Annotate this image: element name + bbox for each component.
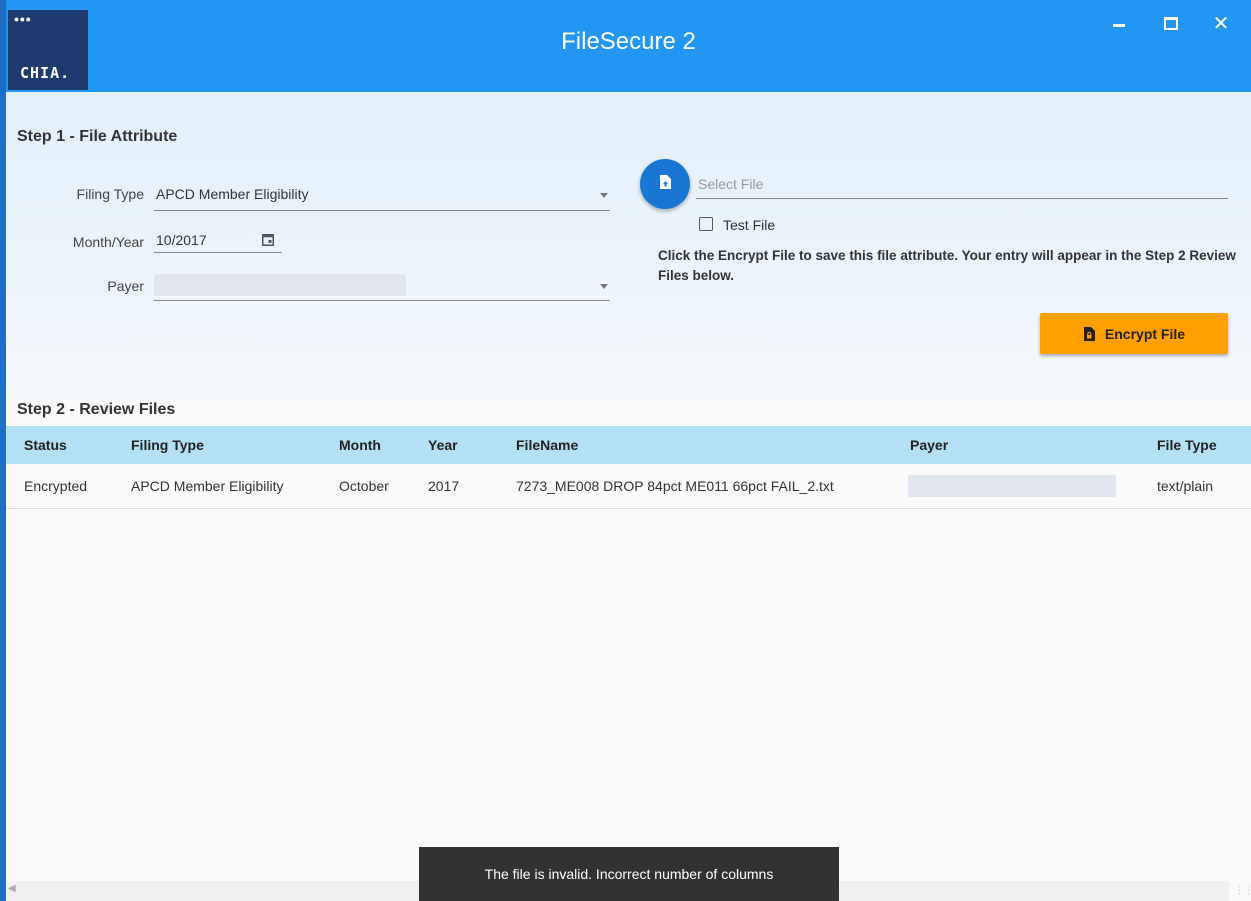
close-button[interactable]: ✕ xyxy=(1201,8,1241,38)
file-upload-icon xyxy=(659,174,671,194)
encrypt-hint-text: Click the Encrypt File to save this file… xyxy=(658,248,1236,283)
column-header-year[interactable]: Year xyxy=(428,437,458,453)
minimize-button[interactable] xyxy=(1099,8,1139,38)
step1-title: Step 1 - File Attribute xyxy=(17,128,178,145)
snackbar-message: The file is invalid. Incorrect number of… xyxy=(484,866,774,882)
payer-dropdown-icon xyxy=(600,284,608,289)
month-year-label: Month/Year xyxy=(72,234,144,250)
cell-year: 2017 xyxy=(428,478,460,494)
payer-select[interactable] xyxy=(150,270,610,302)
cell-file-type: text/plain xyxy=(1157,478,1214,494)
select-file-button[interactable] xyxy=(640,159,690,209)
column-header-filing-type[interactable]: Filing Type xyxy=(131,437,204,453)
minimize-icon xyxy=(1113,23,1125,27)
cell-status: Encrypted xyxy=(24,478,88,494)
encrypted-file-icon xyxy=(1083,326,1095,341)
column-header-file-type[interactable]: File Type xyxy=(1157,437,1217,453)
app-title: FileSecure 2 xyxy=(561,28,696,55)
test-file-label: Test File xyxy=(723,217,776,233)
error-snackbar: The file is invalid. Incorrect number of… xyxy=(419,847,839,901)
month-year-value: 10/2017 xyxy=(156,232,207,248)
cell-filename: 7273_ME008 DROP 84pct ME011 66pct FAIL_2… xyxy=(516,478,834,494)
step1-panel: Step 1 - File Attribute Filing Type APCD… xyxy=(6,92,1251,400)
filing-type-underline xyxy=(154,210,610,211)
cell-filing-type: APCD Member Eligibility xyxy=(131,478,284,494)
encrypt-file-label: Encrypt File xyxy=(1104,325,1186,342)
payer-underline xyxy=(154,300,610,301)
payer-value-redacted xyxy=(154,274,406,296)
table-row[interactable]: Encrypted APCD Member Eligibility Octobe… xyxy=(6,464,1251,509)
select-file-input[interactable] xyxy=(696,170,1228,199)
test-file-checkbox[interactable] xyxy=(699,217,713,231)
maximize-icon xyxy=(1164,16,1178,30)
column-header-filename[interactable]: FileName xyxy=(516,437,578,453)
filing-type-select[interactable]: APCD Member Eligibility xyxy=(154,178,610,212)
app-window: ••• CHIA. FileSecure 2 ✕ Step 1 - File A… xyxy=(6,0,1251,901)
calendar-icon xyxy=(262,233,274,251)
logo-text: CHIA. xyxy=(20,64,71,82)
maximize-button[interactable] xyxy=(1151,8,1191,38)
cell-month: October xyxy=(339,478,389,494)
close-icon: ✕ xyxy=(1212,12,1230,35)
column-header-status[interactable]: Status xyxy=(24,437,67,453)
month-year-picker[interactable]: 10/2017 xyxy=(154,226,282,256)
cell-payer-redacted xyxy=(908,475,1116,497)
filing-type-label: Filing Type xyxy=(76,186,144,202)
step2-title: Step 2 - Review Files xyxy=(17,401,176,418)
review-table-header: Status Filing Type Month Year FileName P… xyxy=(6,426,1251,464)
resize-grip-icon[interactable]: ⋮⋮ xyxy=(1234,885,1251,896)
payer-label: Payer xyxy=(107,278,144,294)
filing-type-dropdown-icon xyxy=(600,193,608,198)
logo-dots: ••• xyxy=(14,11,32,27)
encrypt-file-button[interactable]: Encrypt File xyxy=(1040,313,1228,354)
month-year-underline xyxy=(154,252,282,253)
title-bar: ••• CHIA. FileSecure 2 ✕ xyxy=(6,0,1251,92)
column-header-payer[interactable]: Payer xyxy=(910,437,948,453)
scroll-left-arrow-icon[interactable]: ◀ xyxy=(8,883,16,894)
filing-type-value: APCD Member Eligibility xyxy=(156,186,309,202)
column-header-month[interactable]: Month xyxy=(339,437,381,453)
